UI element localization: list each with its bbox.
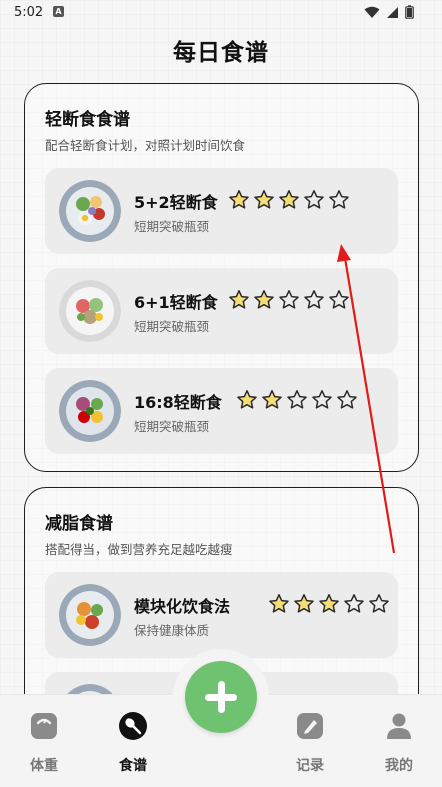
person-icon xyxy=(387,713,411,739)
recipe-name: 5+2轻断食 xyxy=(134,193,218,212)
nav-label: 体重 xyxy=(30,758,58,774)
wifi-icon xyxy=(364,6,380,18)
nav-item-weight[interactable]: 体重 xyxy=(9,711,79,775)
edit-note-icon xyxy=(297,713,323,739)
star-empty-icon xyxy=(304,190,324,209)
star-empty-icon xyxy=(279,290,299,309)
star-empty-icon xyxy=(312,390,332,409)
nav-label: 我的 xyxy=(385,758,413,774)
food-bowl-image xyxy=(59,584,121,646)
status-bar: 5:02 A xyxy=(0,0,442,26)
recipe-desc: 短期突破瓶颈 xyxy=(134,319,210,334)
plus-icon xyxy=(205,681,237,713)
signal-icon xyxy=(387,6,398,18)
nav-item-profile[interactable]: 我的 xyxy=(364,711,434,775)
star-filled-icon xyxy=(254,190,274,209)
star-empty-icon xyxy=(329,190,349,209)
scale-icon xyxy=(31,713,57,739)
add-button[interactable] xyxy=(185,661,257,733)
rating-stars xyxy=(236,389,358,411)
food-bowl-image xyxy=(59,280,121,342)
status-icons xyxy=(364,5,414,19)
star-empty-icon xyxy=(337,390,357,409)
star-filled-icon xyxy=(279,190,299,209)
section-intermittent-fasting: 轻断食食谱 配合轻断食计划，对照计划时间饮食 5+2轻断食 短期突破瓶颈 6+1… xyxy=(24,83,419,472)
nav-item-recipes[interactable]: 食谱 xyxy=(98,711,168,775)
section-subtitle: 搭配得当，做到营养充足越吃越瘦 xyxy=(45,542,233,557)
star-filled-icon xyxy=(269,594,289,613)
notification-icon: A xyxy=(53,6,64,17)
food-bowl-image xyxy=(59,180,121,242)
rating-stars xyxy=(228,189,350,211)
page-title: 每日食谱 xyxy=(173,40,269,66)
star-filled-icon xyxy=(294,594,314,613)
star-empty-icon xyxy=(287,390,307,409)
recipe-name: 6+1轻断食 xyxy=(134,293,218,312)
star-empty-icon xyxy=(329,290,349,309)
star-empty-icon xyxy=(369,594,389,613)
battery-icon xyxy=(405,5,414,19)
section-title: 减脂食谱 xyxy=(45,514,113,534)
star-empty-icon xyxy=(344,594,364,613)
recipe-card[interactable]: 5+2轻断食 短期突破瓶颈 xyxy=(45,168,398,254)
recipe-name: 16:8轻断食 xyxy=(134,393,222,412)
nav-label: 食谱 xyxy=(119,758,147,774)
star-filled-icon xyxy=(229,290,249,309)
recipe-card[interactable]: 16:8轻断食 短期突破瓶颈 xyxy=(45,368,398,454)
recipe-desc: 短期突破瓶颈 xyxy=(134,419,210,434)
recipe-desc: 短期突破瓶颈 xyxy=(134,219,210,234)
recipe-card[interactable]: 6+1轻断食 短期突破瓶颈 xyxy=(45,268,398,354)
star-empty-icon xyxy=(304,290,324,309)
nav-label: 记录 xyxy=(296,758,324,774)
section-title: 轻断食食谱 xyxy=(45,110,130,130)
star-filled-icon xyxy=(319,594,339,613)
star-filled-icon xyxy=(254,290,274,309)
rating-stars xyxy=(228,289,350,311)
star-filled-icon xyxy=(229,190,249,209)
star-filled-icon xyxy=(262,390,282,409)
recipe-desc: 保持健康体质 xyxy=(134,623,210,638)
nav-item-records[interactable]: 记录 xyxy=(275,711,345,775)
spoon-icon xyxy=(119,712,147,740)
status-time: 5:02 xyxy=(14,5,44,20)
section-subtitle: 配合轻断食计划，对照计划时间饮食 xyxy=(45,138,246,153)
food-bowl-image xyxy=(59,380,121,442)
star-filled-icon xyxy=(237,390,257,409)
recipe-name: 模块化饮食法 xyxy=(134,597,231,616)
rating-stars xyxy=(268,593,390,615)
recipe-card[interactable]: 模块化饮食法 保持健康体质 xyxy=(45,572,398,658)
